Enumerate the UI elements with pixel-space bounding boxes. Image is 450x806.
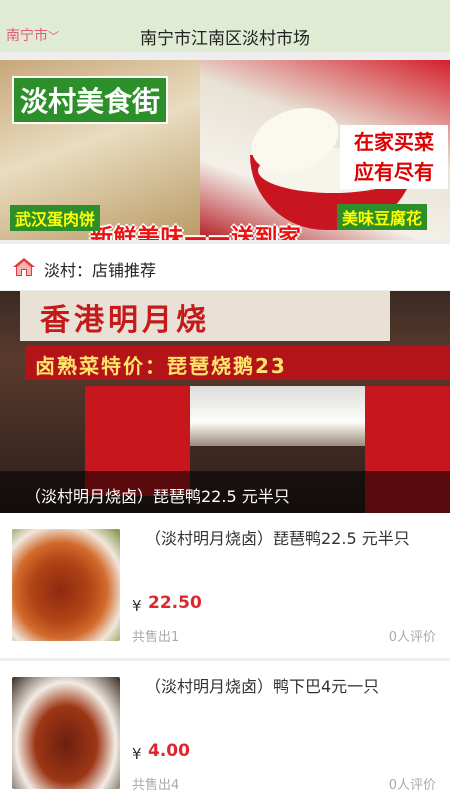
banner-right-caption: 美味豆腐花	[337, 204, 428, 230]
shop-sign-text: 香港明月烧	[40, 303, 210, 338]
featured-shop-image[interactable]: 香港明月烧 卤熟菜特价：琵琶烧鹅23 （淡村明月烧卤）琵琶鸭22.5 元半只	[0, 291, 450, 513]
price-board-text: 卤熟菜特价：琵琶烧鹅23	[35, 354, 287, 378]
sold-count: 共售出1	[132, 630, 180, 645]
product-price: 22.50	[148, 593, 202, 613]
sold-count: 共售出4	[132, 778, 180, 793]
banner-left-title: 淡村美食街	[12, 76, 169, 124]
product-thumbnail	[12, 529, 120, 641]
product-card[interactable]: （淡村明月烧卤）琵琶鸭22.5 元半只 ¥ 22.50 共售出1 0人评价	[0, 513, 450, 658]
product-price: 4.00	[148, 741, 190, 761]
product-name: （淡村明月烧卤）琵琶鸭22.5 元半只	[145, 529, 410, 548]
page-title: 南宁市江南区淡村市场	[140, 29, 310, 49]
banner-right-title: 在家买菜 应有尽有	[340, 125, 448, 189]
product-name: （淡村明月烧卤）鸭下巴4元一只	[145, 677, 380, 696]
featured-caption: （淡村明月烧卤）琵琶鸭22.5 元半只	[25, 487, 290, 506]
section-header: 淡村：店铺推荐	[0, 244, 450, 290]
top-header: 南宁市﹀ 南宁市江南区淡村市场	[0, 0, 450, 52]
review-count: 0人评价	[388, 630, 436, 645]
review-count: 0人评价	[388, 778, 436, 793]
section-title: 淡村：店铺推荐	[44, 261, 157, 280]
banner-left-caption: 武汉蛋肉饼	[10, 205, 101, 231]
home-icon	[13, 258, 35, 276]
currency-symbol: ¥	[132, 745, 142, 763]
product-card[interactable]: （淡村明月烧卤）鸭下巴4元一只 ¥ 4.00 共售出4 0人评价	[0, 661, 450, 806]
banner-slogan: 新鲜美味——送到家	[90, 225, 302, 240]
product-thumbnail	[12, 677, 120, 789]
stall-window	[190, 386, 365, 446]
currency-symbol: ¥	[132, 597, 142, 615]
